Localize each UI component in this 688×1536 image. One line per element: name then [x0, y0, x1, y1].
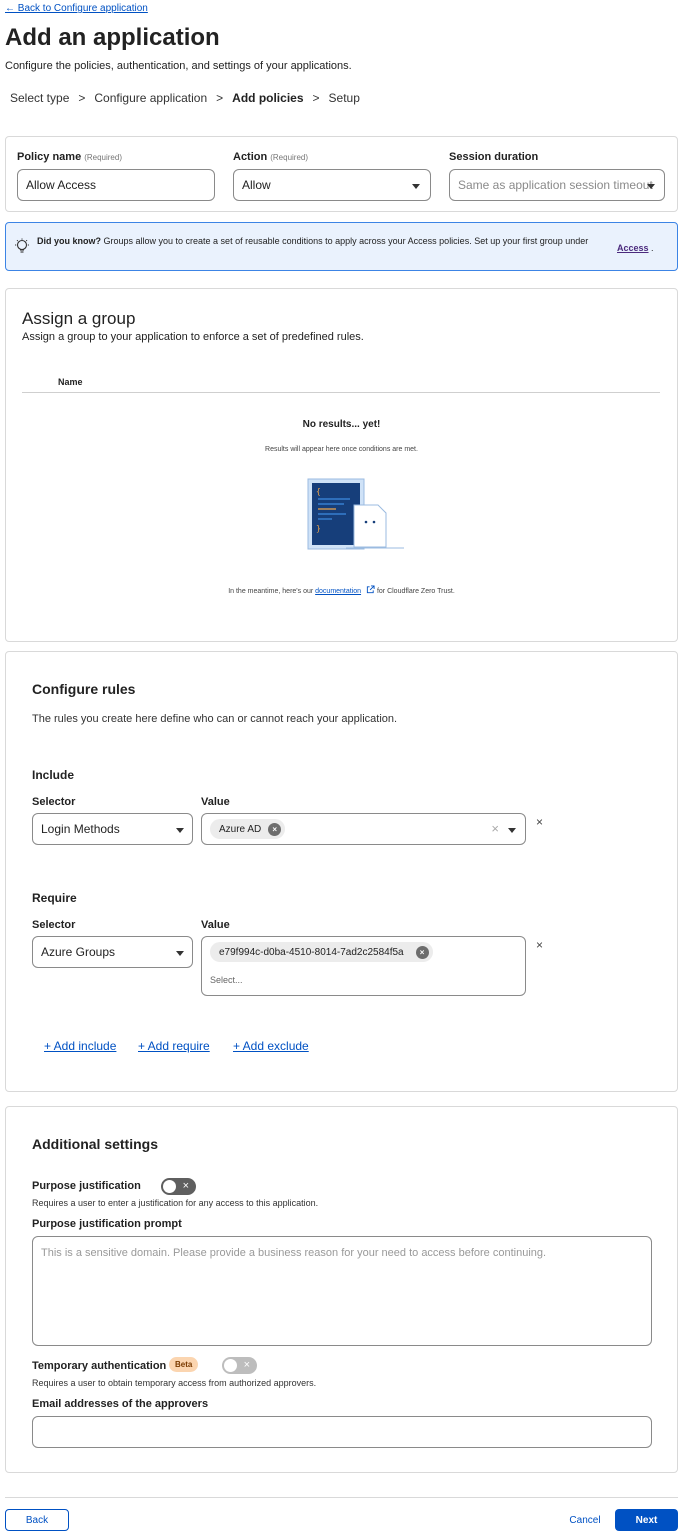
configure-rules-description: The rules you create here define who can… — [32, 713, 398, 725]
remove-require-rule-icon[interactable]: × — [536, 938, 543, 952]
table-divider — [22, 392, 660, 393]
require-value-multiselect[interactable]: e79f994c-d0ba-4510-8014-7ad2c2584f5a × S… — [201, 936, 526, 996]
step-configure-application[interactable]: Configure application — [94, 91, 207, 105]
temporary-authentication-toggle[interactable]: × — [222, 1357, 257, 1374]
value-chip: Azure AD × — [210, 819, 286, 839]
step-add-policies[interactable]: Add policies — [232, 91, 303, 105]
require-value-label: Value — [201, 919, 230, 931]
include-value-multiselect[interactable]: Azure AD × × — [201, 813, 526, 845]
temporary-authentication-description: Requires a user to obtain temporary acce… — [32, 1378, 317, 1388]
close-icon: × — [182, 1180, 189, 1192]
remove-chip-icon[interactable]: × — [268, 822, 282, 836]
svg-text:{: { — [316, 487, 321, 496]
approvers-email-input[interactable] — [32, 1416, 652, 1448]
cancel-button[interactable]: Cancel — [560, 1509, 610, 1531]
did-you-know-text: Did you know? Groups allow you to create… — [37, 236, 589, 246]
include-selector-select[interactable]: Login Methods — [32, 813, 193, 845]
include-value-label: Value — [201, 796, 230, 808]
documentation-link[interactable]: documentation — [315, 588, 361, 595]
empty-state-title: No results... yet! — [302, 419, 381, 430]
chevron-down-icon — [647, 184, 655, 189]
additional-settings-card: Additional settings Purpose justificatio… — [5, 1106, 678, 1473]
configure-rules-card: Configure rules The rules you create her… — [5, 651, 678, 1092]
policy-card: Policy name (Required) Allow Access Actio… — [5, 136, 678, 212]
temporary-authentication-label: Temporary authentication — [32, 1360, 167, 1372]
add-include-link[interactable]: + Add include — [44, 1039, 116, 1053]
svg-text:}: } — [316, 524, 321, 533]
stepper: Select type > Configure application > Ad… — [10, 91, 360, 105]
step-setup[interactable]: Setup — [329, 91, 360, 105]
require-value-placeholder: Select... — [210, 975, 243, 985]
action-select[interactable]: Allow — [233, 169, 431, 201]
purpose-justification-toggle[interactable]: × — [161, 1178, 196, 1195]
step-separator: > — [216, 91, 224, 105]
configure-rules-title: Configure rules — [32, 681, 136, 697]
chevron-down-icon — [412, 184, 420, 189]
toggle-knob — [163, 1180, 176, 1193]
require-title: Require — [32, 891, 77, 905]
remove-include-rule-icon[interactable]: × — [536, 815, 543, 829]
assign-group-card: Assign a group Assign a group to your ap… — [5, 288, 678, 642]
beta-badge: Beta — [169, 1357, 199, 1372]
back-button[interactable]: Back — [5, 1509, 69, 1531]
tip-end: . — [651, 243, 654, 253]
next-button[interactable]: Next — [615, 1509, 678, 1531]
purpose-justification-label: Purpose justification — [32, 1180, 141, 1192]
purpose-prompt-label: Purpose justification prompt — [32, 1218, 182, 1230]
footer-divider — [5, 1497, 678, 1498]
chevron-down-icon — [176, 828, 184, 833]
purpose-prompt-textarea[interactable]: This is a sensitive domain. Please provi… — [32, 1236, 652, 1346]
add-require-link[interactable]: + Add require — [138, 1039, 210, 1053]
back-to-configure-link[interactable]: ← Back to Configure application — [5, 3, 148, 14]
clear-icon[interactable]: × — [491, 821, 499, 836]
external-link-icon — [366, 585, 375, 594]
action-label: Action (Required) — [233, 151, 309, 163]
additional-settings-title: Additional settings — [32, 1136, 158, 1152]
toggle-knob — [224, 1359, 237, 1372]
policy-name-input[interactable]: Allow Access — [17, 169, 215, 201]
remove-chip-icon[interactable]: × — [415, 945, 429, 959]
close-icon: × — [243, 1359, 250, 1371]
page-subtitle: Configure the policies, authentication, … — [5, 60, 352, 72]
approvers-email-label: Email addresses of the approvers — [32, 1398, 209, 1410]
assign-group-subtitle: Assign a group to your application to en… — [22, 331, 364, 343]
access-link[interactable]: Access — [617, 243, 649, 253]
column-header-name: Name — [58, 377, 83, 387]
empty-state-text: Results will appear here once conditions… — [265, 446, 418, 453]
did-you-know-banner: Did you know? Groups allow you to create… — [5, 222, 678, 271]
session-duration-label: Session duration — [449, 151, 539, 163]
step-separator: > — [312, 91, 320, 105]
policy-name-label: Policy name (Required) — [17, 151, 122, 163]
value-chip: e79f994c-d0ba-4510-8014-7ad2c2584f5a × — [210, 942, 433, 962]
step-select-type[interactable]: Select type — [10, 91, 69, 105]
page-title: Add an application — [5, 24, 220, 51]
lightbulb-icon — [15, 238, 29, 253]
add-exclude-link[interactable]: + Add exclude — [233, 1039, 309, 1053]
step-separator: > — [78, 91, 86, 105]
purpose-justification-description: Requires a user to enter a justification… — [32, 1198, 319, 1208]
include-selector-label: Selector — [32, 796, 76, 808]
assign-group-title: Assign a group — [22, 309, 136, 328]
chevron-down-icon — [508, 828, 516, 833]
require-selector-label: Selector — [32, 919, 76, 931]
chevron-down-icon — [176, 951, 184, 956]
documentation-note: In the meantime, here's our documentatio… — [6, 585, 677, 595]
require-selector-select[interactable]: Azure Groups — [32, 936, 193, 968]
include-title: Include — [32, 768, 75, 782]
empty-state-illustration-icon: { } — [307, 478, 404, 550]
session-duration-select[interactable]: Same as application session timeout — [449, 169, 665, 201]
